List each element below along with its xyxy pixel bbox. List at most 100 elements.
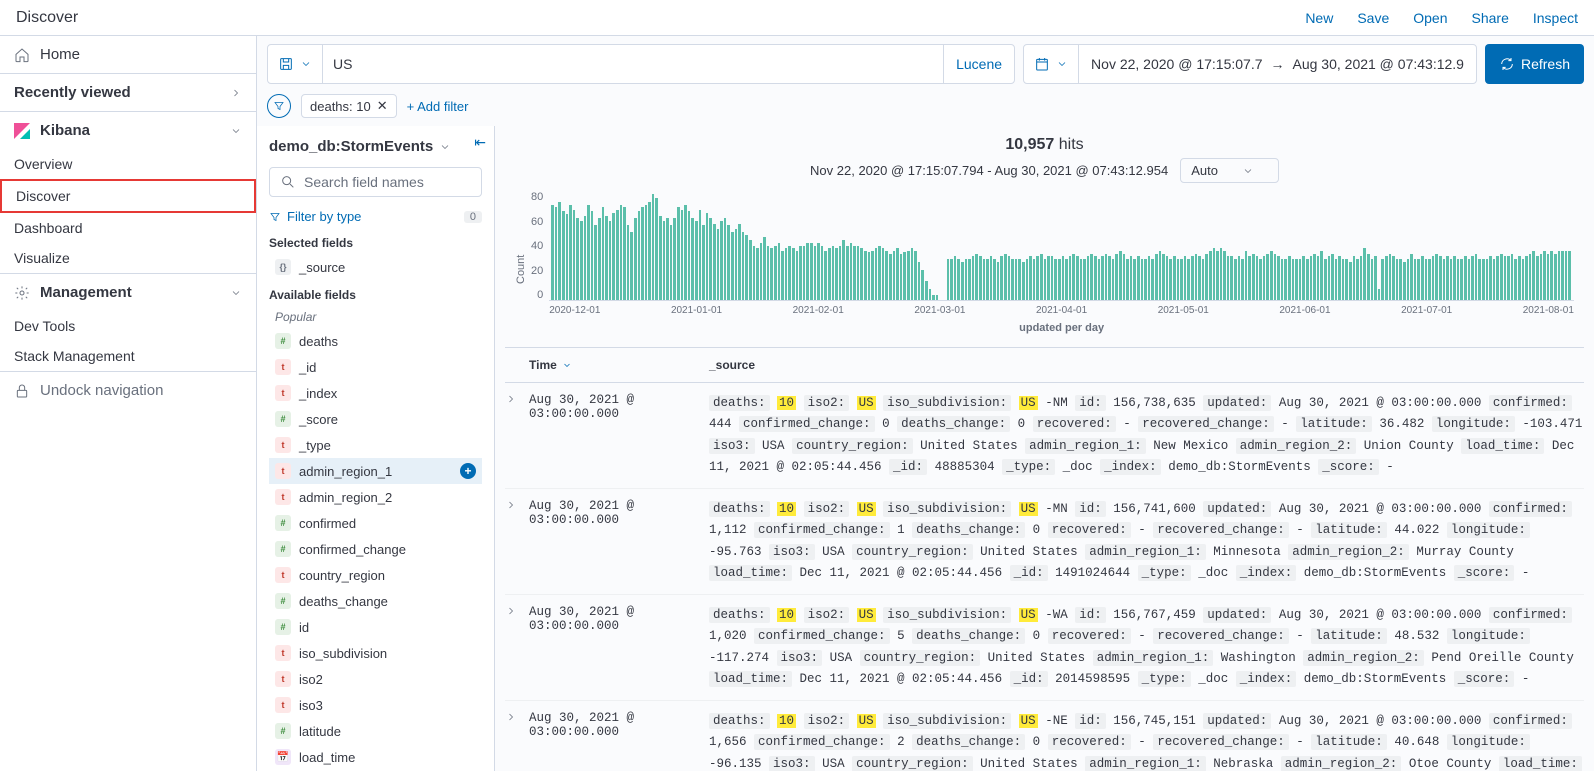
text-field-icon: t xyxy=(275,385,291,401)
calendar-icon xyxy=(1034,56,1050,72)
arrow-right-icon: → xyxy=(1271,56,1285,72)
lock-icon xyxy=(14,383,30,399)
filter-bar: deaths: 10 ✕ + Add filter xyxy=(257,92,1594,126)
query-bar: US Lucene Nov 22, 2020 @ 17:15:07.7 → Au… xyxy=(257,36,1594,92)
number-field-icon: # xyxy=(275,411,291,427)
histogram-chart[interactable]: Count 806040200 2020-12-012021-01-012021… xyxy=(505,187,1584,347)
saved-query-menu[interactable] xyxy=(268,45,323,83)
hits-header: 10,957 hits Nov 22, 2020 @ 17:15:07.794 … xyxy=(505,126,1584,187)
sidebar-item-visualize[interactable]: Visualize xyxy=(0,243,256,273)
nav-home[interactable]: Home xyxy=(0,36,256,73)
field-admin-region-1[interactable]: tadmin_region_1+ xyxy=(269,458,482,484)
chevron-down-icon xyxy=(1242,165,1254,177)
y-axis: 806040200 xyxy=(531,191,549,301)
expand-row-button[interactable] xyxy=(505,499,529,584)
query-input[interactable]: US xyxy=(323,45,943,83)
doc-source: deaths: 10 iso2: US iso_subdivision: US … xyxy=(709,499,1584,584)
query-lang-selector[interactable]: Lucene xyxy=(943,45,1014,83)
filter-icon xyxy=(273,100,285,112)
sort-desc-icon xyxy=(561,359,573,371)
text-field-icon: t xyxy=(275,671,291,687)
search-box: US Lucene xyxy=(267,44,1015,84)
top-action-open[interactable]: Open xyxy=(1413,10,1447,26)
date-range-display[interactable]: Nov 22, 2020 @ 17:15:07.7 → Aug 30, 2021… xyxy=(1079,45,1476,83)
field-country-region[interactable]: tcountry_region xyxy=(269,562,482,588)
nav-management[interactable]: Management xyxy=(0,274,256,311)
sidebar-item-dev-tools[interactable]: Dev Tools xyxy=(0,311,256,341)
field--index[interactable]: t_index xyxy=(269,380,482,406)
page-title: Discover xyxy=(16,9,78,27)
field-id[interactable]: #id xyxy=(269,614,482,640)
index-pattern-selector[interactable]: demo_db:StormEvents xyxy=(269,134,482,159)
table-header: Time _source xyxy=(505,348,1584,383)
expand-row-button[interactable] xyxy=(505,711,529,771)
save-disk-icon xyxy=(278,56,294,72)
search-fields-input[interactable]: Search field names xyxy=(269,167,482,197)
nav-sidebar: Home Recently viewed Kibana OverviewDisc… xyxy=(0,36,257,771)
kibana-subitems: OverviewDiscoverDashboardVisualize xyxy=(0,149,256,273)
field--type[interactable]: t_type xyxy=(269,432,482,458)
expand-row-button[interactable] xyxy=(505,393,529,478)
doc-time: Aug 30, 2021 @ 03:00:00.000 xyxy=(529,393,709,478)
table-row: Aug 30, 2021 @ 03:00:00.000deaths: 10 is… xyxy=(505,701,1584,771)
sidebar-item-discover[interactable]: Discover xyxy=(0,179,256,213)
col-source-header[interactable]: _source xyxy=(709,358,1584,372)
field--id[interactable]: t_id xyxy=(269,354,482,380)
chevron-right-icon xyxy=(505,393,517,405)
number-field-icon: # xyxy=(275,723,291,739)
sidebar-item-stack-management[interactable]: Stack Management xyxy=(0,341,256,371)
home-icon xyxy=(14,47,30,63)
doc-time: Aug 30, 2021 @ 03:00:00.000 xyxy=(529,711,709,771)
chevron-down-icon xyxy=(230,287,242,299)
field-load-time[interactable]: 📅load_time xyxy=(269,744,482,770)
text-field-icon: t xyxy=(275,463,291,479)
field--source[interactable]: {}_source xyxy=(269,254,482,280)
refresh-button[interactable]: Refresh xyxy=(1485,44,1584,84)
nav-recently-viewed[interactable]: Recently viewed xyxy=(0,74,256,111)
nav-kibana[interactable]: Kibana xyxy=(0,112,256,149)
field-confirmed[interactable]: #confirmed xyxy=(269,510,482,536)
top-action-save[interactable]: Save xyxy=(1357,10,1389,26)
number-field-icon: # xyxy=(275,619,291,635)
interval-select[interactable]: Auto xyxy=(1180,158,1279,183)
expand-row-button[interactable] xyxy=(505,605,529,690)
management-subitems: Dev ToolsStack Management xyxy=(0,311,256,371)
date-quick-menu[interactable] xyxy=(1024,45,1079,83)
y-axis-label: Count xyxy=(515,214,527,324)
search-icon xyxy=(280,174,296,190)
col-time-header[interactable]: Time xyxy=(529,358,709,372)
sidebar-item-dashboard[interactable]: Dashboard xyxy=(0,213,256,243)
field-iso2[interactable]: tiso2 xyxy=(269,666,482,692)
collapse-sidebar-button[interactable]: ⇤ xyxy=(474,134,486,151)
table-row: Aug 30, 2021 @ 03:00:00.000deaths: 10 is… xyxy=(505,383,1584,489)
field-admin-region-2[interactable]: tadmin_region_2 xyxy=(269,484,482,510)
filter-pill-deaths[interactable]: deaths: 10 ✕ xyxy=(301,94,397,118)
add-filter-button[interactable]: + Add filter xyxy=(407,99,469,114)
field-iso3[interactable]: tiso3 xyxy=(269,692,482,718)
field-latitude[interactable]: #latitude xyxy=(269,718,482,744)
text-field-icon: t xyxy=(275,645,291,661)
add-field-button[interactable]: + xyxy=(460,463,476,479)
top-actions: New Save Open Share Inspect xyxy=(1305,10,1578,26)
popular-label: Popular xyxy=(269,306,482,328)
field-deaths[interactable]: #deaths xyxy=(269,328,482,354)
top-action-new[interactable]: New xyxy=(1305,10,1333,26)
nav-undock[interactable]: Undock navigation xyxy=(0,372,256,409)
chevron-right-icon xyxy=(230,87,242,99)
chevron-right-icon xyxy=(505,711,517,723)
top-action-inspect[interactable]: Inspect xyxy=(1533,10,1578,26)
doc-source: deaths: 10 iso2: US iso_subdivision: US … xyxy=(709,711,1584,771)
field-iso-subdivision[interactable]: tiso_subdivision xyxy=(269,640,482,666)
field-confirmed-change[interactable]: #confirmed_change xyxy=(269,536,482,562)
top-action-share[interactable]: Share xyxy=(1472,10,1509,26)
date-picker: Nov 22, 2020 @ 17:15:07.7 → Aug 30, 2021… xyxy=(1023,44,1477,84)
source-field-icon: {} xyxy=(275,259,291,275)
close-icon[interactable]: ✕ xyxy=(377,98,388,114)
sidebar-item-overview[interactable]: Overview xyxy=(0,149,256,179)
field--score[interactable]: #_score xyxy=(269,406,482,432)
filter-by-type-button[interactable]: Filter by type 0 xyxy=(269,205,482,228)
text-field-icon: t xyxy=(275,489,291,505)
field-deaths-change[interactable]: #deaths_change xyxy=(269,588,482,614)
doc-time: Aug 30, 2021 @ 03:00:00.000 xyxy=(529,605,709,690)
filter-menu-button[interactable] xyxy=(267,94,291,118)
